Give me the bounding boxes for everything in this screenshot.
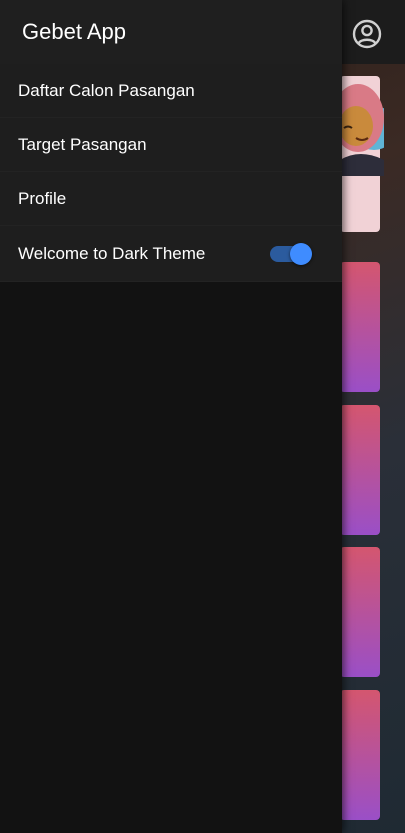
list-card[interactable]: [340, 547, 380, 677]
profile-illustration: [340, 80, 384, 176]
account-circle-icon: [352, 19, 382, 49]
menu-item-target-pasangan[interactable]: Target Pasangan: [0, 118, 342, 172]
menu-item-profile[interactable]: Profile: [0, 172, 342, 226]
menu-item-label: Daftar Calon Pasangan: [18, 80, 195, 100]
profile-card[interactable]: ara: [340, 76, 384, 290]
switch-thumb: [290, 242, 312, 265]
drawer-header: Gebet App: [0, 0, 342, 64]
dark-theme-label: Welcome to Dark Theme: [18, 243, 206, 263]
menu-item-label: Target Pasangan: [18, 134, 147, 154]
navigation-drawer: Gebet App Daftar Calon Pasangan Target P…: [0, 0, 342, 833]
menu-item-dark-theme: Welcome to Dark Theme: [0, 226, 342, 282]
account-button[interactable]: [349, 16, 385, 52]
menu-item-label: Profile: [18, 188, 67, 208]
menu-item-daftar-calon-pasangan[interactable]: Daftar Calon Pasangan: [0, 64, 342, 118]
app-title: Gebet App: [22, 19, 126, 44]
list-card[interactable]: [340, 690, 380, 820]
dark-theme-switch[interactable]: [270, 242, 312, 265]
list-card[interactable]: [340, 262, 380, 392]
list-card[interactable]: [340, 405, 380, 535]
drawer-menu: Daftar Calon Pasangan Target Pasangan Pr…: [0, 64, 342, 282]
